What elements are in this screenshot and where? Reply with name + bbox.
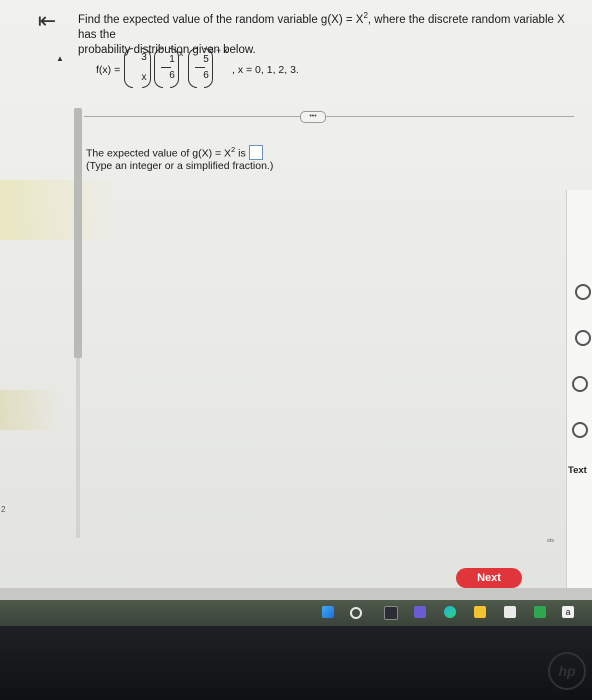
sts-label: sts xyxy=(547,538,555,544)
next-button[interactable]: Next xyxy=(456,568,522,588)
divider xyxy=(84,116,574,117)
app-icon[interactable] xyxy=(534,606,546,618)
app-icon[interactable] xyxy=(384,606,398,620)
circle-icon[interactable] xyxy=(572,376,588,392)
answer-suffix: is xyxy=(235,147,246,160)
left-paren xyxy=(188,48,197,88)
scroll-up-icon[interactable]: ▲ xyxy=(56,54,64,63)
answer-prompt: The expected value of g(X) = X2 is xyxy=(86,143,263,161)
glare xyxy=(0,390,60,430)
left-paren xyxy=(124,48,133,88)
exponent-3-minus-x: 3 − x xyxy=(209,45,228,55)
circle-icon[interactable] xyxy=(572,422,588,438)
back-arrow-icon[interactable]: ⇤ xyxy=(36,10,58,32)
hp-logo: hp xyxy=(548,652,586,690)
left-paren xyxy=(154,48,163,88)
app-icon[interactable] xyxy=(414,606,426,618)
exponent-x: x xyxy=(179,48,184,58)
right-paren xyxy=(142,48,151,88)
search-icon[interactable] xyxy=(350,607,362,619)
answer-prefix: The expected value of g(X) = X xyxy=(86,147,232,160)
circle-icon[interactable] xyxy=(575,284,591,300)
question-prefix: Find the expected value of the random va… xyxy=(78,13,364,26)
folder-icon[interactable] xyxy=(474,606,486,618)
answer-hint: (Type an integer or a simplified fractio… xyxy=(86,160,274,172)
app-icon[interactable] xyxy=(504,606,516,618)
screen: ⇤ Find the expected value of the random … xyxy=(0,0,592,600)
app-icon[interactable]: a xyxy=(562,606,574,618)
scrollbar-track[interactable] xyxy=(76,358,80,538)
more-button[interactable]: ••• xyxy=(300,111,326,123)
edge-mark: 2 xyxy=(1,505,6,514)
laptop-bezel xyxy=(0,626,592,700)
pmf-formula: f(x) = 3 x 1 6 x 5 6 3 − x , x = 0, 1, 2… xyxy=(96,45,376,92)
formula-domain: , x = 0, 1, 2, 3. xyxy=(232,64,299,76)
formula-fx: f(x) = xyxy=(96,64,121,76)
bottom-strip xyxy=(0,588,592,600)
right-paren xyxy=(170,48,179,88)
text-label: Text xyxy=(568,465,587,476)
circle-icon[interactable] xyxy=(575,330,591,346)
windows-icon[interactable] xyxy=(322,606,334,618)
scrollbar-thumb[interactable] xyxy=(74,108,82,358)
answer-input[interactable] xyxy=(248,144,263,160)
edge-icon[interactable] xyxy=(444,606,456,618)
glare xyxy=(0,180,120,240)
